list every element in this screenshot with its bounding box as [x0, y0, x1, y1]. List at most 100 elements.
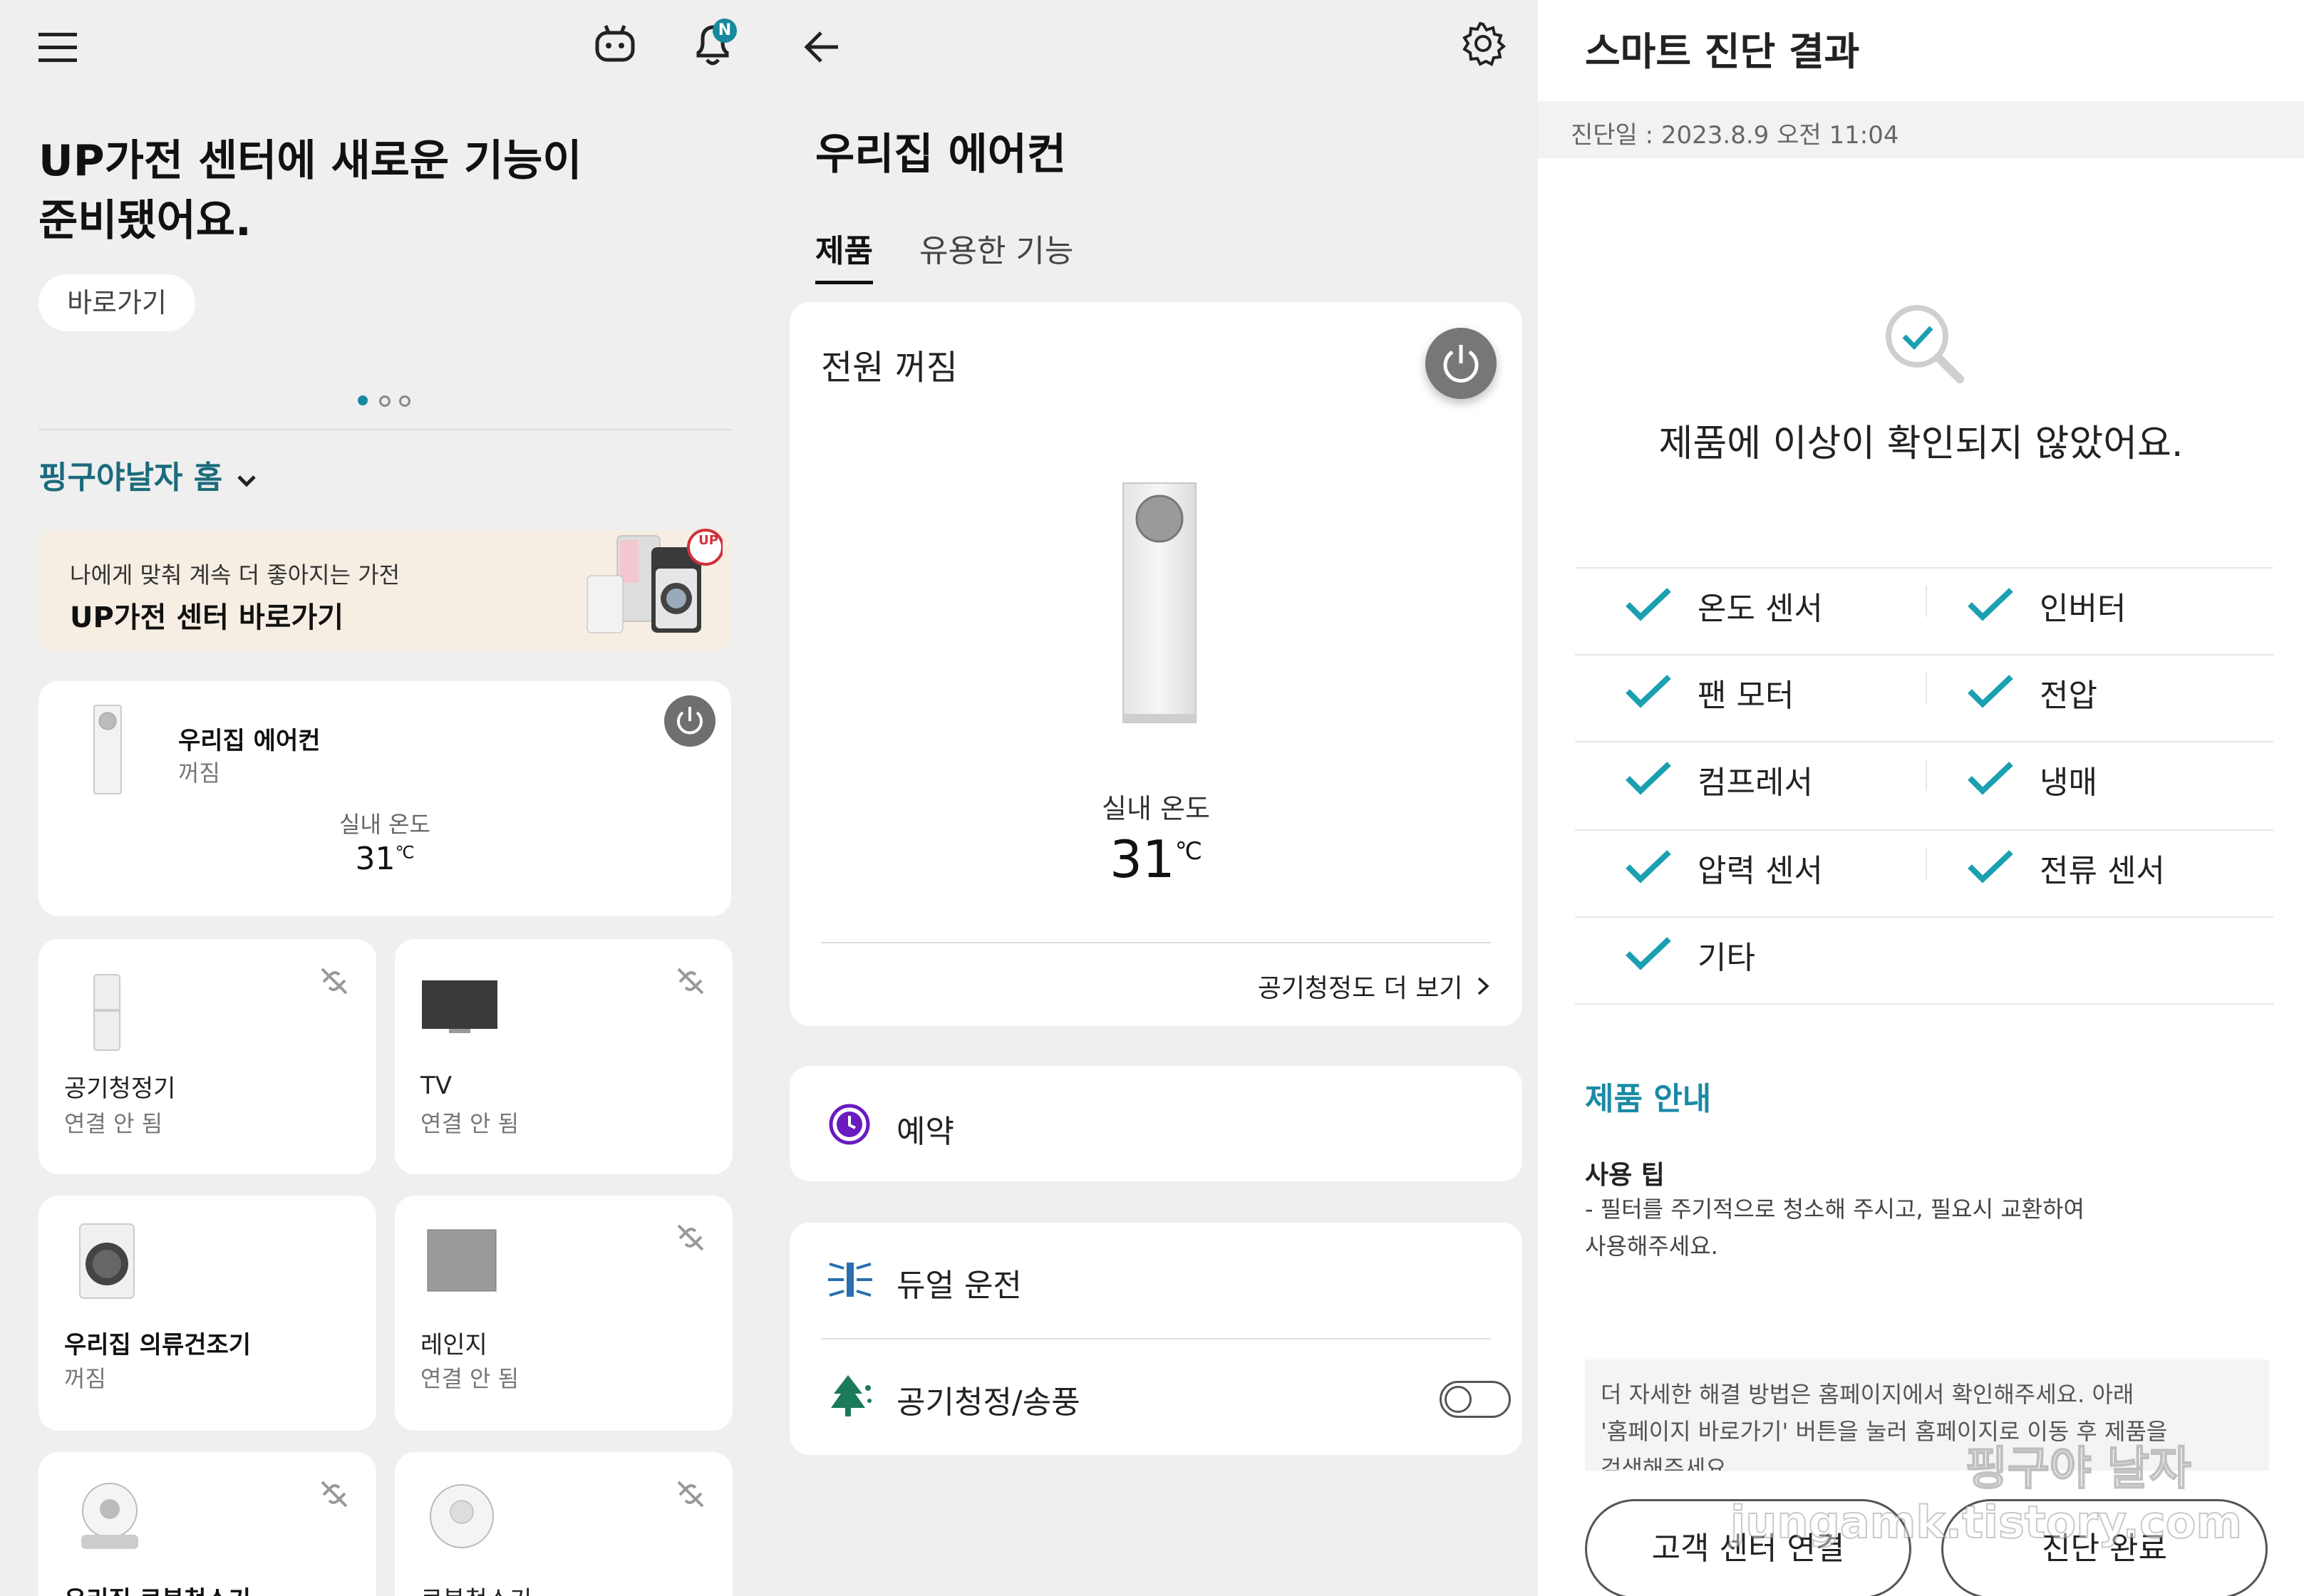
- tree-icon: [831, 1375, 872, 1416]
- check-item-label: 전류 센서: [2040, 853, 2165, 889]
- check-item-label: 기타: [1698, 940, 1755, 976]
- device-status: 연결 안 됨: [420, 1365, 520, 1392]
- dryer-card[interactable]: 우리집 의류건조기 꺼짐: [38, 1196, 376, 1431]
- device-status: 꺼짐: [64, 1365, 106, 1392]
- tip-title: 사용 팁: [1585, 1161, 1665, 1190]
- check-item-label: 인버터: [2040, 591, 2127, 627]
- power-button[interactable]: [664, 695, 716, 747]
- column-divider: [1926, 760, 1927, 791]
- device-name: 공기청정기: [64, 1074, 176, 1103]
- menu-icon[interactable]: [38, 31, 78, 63]
- carousel-dot: [379, 395, 391, 407]
- schedule-card[interactable]: 예약: [790, 1066, 1522, 1181]
- date-bar: 진단일 : 2023.8.9 오전 11:04: [1538, 101, 2304, 158]
- tab-product[interactable]: 제품: [815, 225, 873, 284]
- disconnected-link-icon: [677, 968, 704, 995]
- range-card[interactable]: 레인지 연결 안 됨: [395, 1196, 733, 1431]
- check-item-label: 컴프레서: [1698, 765, 1813, 801]
- divider: [1575, 654, 2273, 656]
- tab-product-label: 제품: [815, 233, 873, 269]
- home-screen: N UP가전 센터에 새로운 기능이 준비됐어요. 바로가기 핑구야날자 홈 나…: [0, 0, 768, 1596]
- temp-value: 31: [355, 841, 396, 877]
- back-arrow-icon[interactable]: [802, 27, 845, 67]
- promo-subtitle: 나에게 맞춰 계속 더 좋아지는 가전: [70, 561, 401, 589]
- power-icon: [677, 707, 703, 735]
- check-icon: [1626, 937, 1671, 970]
- robot-vacuum-2-card[interactable]: 로봇청소기: [395, 1452, 733, 1596]
- purify-label: 공기청정/송풍: [897, 1384, 1080, 1421]
- purify-toggle[interactable]: [1440, 1381, 1511, 1418]
- check-icon: [1626, 588, 1671, 621]
- device-name: 레인지: [420, 1331, 487, 1359]
- robot-vacuum-icon: [430, 1484, 494, 1548]
- device-status: 연결 안 됨: [64, 1110, 163, 1137]
- carousel-dot-active: [358, 395, 368, 405]
- temp-label: 실내 온도: [1102, 793, 1210, 824]
- banner-title-line1: UP가전 센터에 새로운 기능이: [38, 136, 582, 186]
- dual-fan-icon: [828, 1263, 872, 1297]
- dual-mode-row[interactable]: 듀얼 운전: [790, 1223, 1522, 1337]
- up-badge: UP: [698, 533, 718, 548]
- divider: [1575, 1003, 2273, 1005]
- up-center-promo-card[interactable]: 나에게 맞춰 계속 더 좋아지는 가전 UP가전 센터 바로가기 UP: [38, 529, 731, 651]
- power-button[interactable]: [1425, 328, 1497, 399]
- purify-row: 공기청정/송풍: [790, 1340, 1522, 1454]
- tab-features[interactable]: 유용한 기능: [919, 225, 1073, 271]
- chatbot-icon[interactable]: [593, 23, 637, 67]
- tv-card[interactable]: TV 연결 안 됨: [395, 939, 733, 1174]
- temp-label: 실내 온도: [339, 811, 430, 838]
- disconnected-link-icon: [677, 1224, 704, 1251]
- clock-icon: [829, 1104, 870, 1145]
- air-quality-link[interactable]: 공기청정도 더 보기: [1258, 968, 1491, 1005]
- home-selector[interactable]: 핑구야날자 홈: [38, 452, 257, 496]
- check-item-label: 압력 센서: [1698, 853, 1823, 889]
- disconnected-link-icon: [321, 1481, 348, 1508]
- power-icon: [1443, 345, 1479, 383]
- dryer-icon: [79, 1223, 135, 1299]
- device-detail-screen: 우리집 에어컨 제품 유용한 기능 전원 꺼짐 실내 온도 31℃ 공기청정도 …: [768, 0, 1538, 1596]
- banner-shortcut-button[interactable]: 바로가기: [38, 274, 195, 331]
- power-status-text: 전원 꺼짐: [821, 348, 958, 388]
- dual-mode-label: 듀얼 운전: [897, 1268, 1022, 1304]
- check-item-label: 냉매: [2040, 765, 2097, 801]
- device-name: 우리집 로봇청소기: [64, 1580, 251, 1596]
- aircon-device-card[interactable]: 우리집 에어컨 꺼짐 실내 온도 31℃: [38, 681, 731, 916]
- tv-icon: [422, 980, 497, 1033]
- device-name: 로봇청소기: [420, 1580, 532, 1596]
- device-name: 우리집 에어컨: [178, 727, 321, 755]
- disconnected-link-icon: [321, 968, 348, 995]
- aircon-image: [1122, 482, 1197, 723]
- toggle-knob: [1445, 1386, 1472, 1413]
- promo-title: UP가전 센터 바로가기: [70, 601, 344, 634]
- check-item-label: 팬 모터: [1698, 678, 1794, 714]
- aircon-thumbnail-icon: [93, 705, 122, 794]
- gear-icon[interactable]: [1460, 20, 1507, 67]
- magnifier-check-icon: [1886, 305, 1964, 383]
- check-item-label: 온도 센서: [1698, 591, 1823, 627]
- temp-readout: 31℃: [790, 829, 1522, 889]
- guide-header: 제품 안내: [1585, 1081, 1712, 1117]
- device-status: 꺼짐: [178, 760, 220, 787]
- chevron-right-icon: [1477, 977, 1489, 995]
- check-item-label: 전압: [2040, 678, 2097, 714]
- home-selector-label: 핑구야날자 홈: [38, 460, 223, 496]
- temp-unit: ℃: [1174, 837, 1202, 866]
- column-divider: [1926, 848, 1927, 879]
- check-icon: [1968, 588, 2013, 621]
- notice-line-3: 검색해주세요.: [1601, 1455, 1734, 1471]
- device-name: 우리집 의류건조기: [64, 1331, 252, 1359]
- air-purifier-card[interactable]: 공기청정기 연결 안 됨: [38, 939, 376, 1174]
- diagnosis-result: 제품에 이상이 확인되지 않았어요.: [1658, 423, 2184, 465]
- temp-unit: ℃: [395, 842, 415, 863]
- temp-readout: 31℃: [38, 841, 731, 877]
- device-status: 연결 안 됨: [420, 1110, 520, 1137]
- carousel-dot: [399, 395, 410, 407]
- range-icon: [427, 1229, 497, 1292]
- robot-vacuum-card[interactable]: 우리집 로봇청소기: [38, 1452, 376, 1596]
- column-divider: [1926, 586, 1927, 617]
- column-divider: [1926, 673, 1927, 704]
- tab-features-label: 유용한 기능: [919, 233, 1074, 269]
- schedule-label: 예약: [897, 1114, 954, 1150]
- device-name: TV: [420, 1072, 453, 1100]
- divider: [1575, 567, 2273, 569]
